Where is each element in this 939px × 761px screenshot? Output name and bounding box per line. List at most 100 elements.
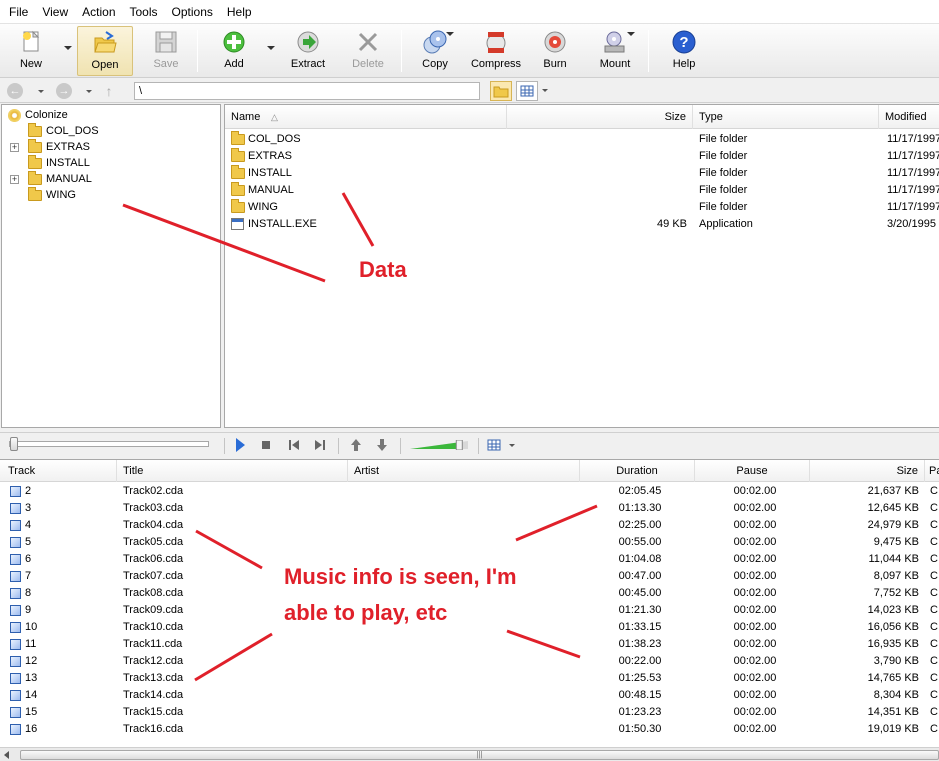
file-row[interactable]: INSTALL.EXE 49 KB Application 3/20/1995 [225, 216, 939, 233]
track-row[interactable]: 12 Track12.cda 00:22.00 00:02.00 3,790 KB C [0, 653, 939, 670]
track-view-dropdown-icon[interactable] [509, 444, 515, 447]
tree-item-col-dos[interactable]: COL_DOS [28, 122, 99, 139]
column-pause[interactable]: Pause [695, 460, 810, 482]
copy-dropdown-arrow-icon[interactable] [446, 32, 454, 36]
track-view-mode-icon[interactable] [484, 436, 506, 454]
menu-options[interactable]: Options [165, 0, 220, 24]
track-row[interactable]: 16 Track16.cda 01:50.30 00:02.00 19,019 KB C [0, 721, 939, 738]
expand-manual-icon[interactable]: + [10, 175, 19, 184]
menu-action[interactable]: Action [75, 0, 122, 24]
column-size[interactable]: Size [507, 105, 693, 129]
forward-history-dropdown-icon[interactable] [86, 90, 92, 93]
track-row[interactable]: 10 Track10.cda 01:33.15 00:02.00 16,056 KB C [0, 619, 939, 636]
track-size: 7,752 KB [873, 587, 919, 599]
menu-tools[interactable]: Tools [123, 0, 165, 24]
column-modified[interactable]: Modified [879, 105, 939, 129]
new-dropdown-arrow-icon[interactable] [64, 46, 72, 50]
column-type[interactable]: Type [693, 105, 879, 129]
track-title: Track16.cda [123, 723, 184, 735]
delete-button[interactable]: Delete [350, 26, 386, 76]
column-size[interactable]: Size [810, 460, 925, 482]
seek-slider-track[interactable] [9, 441, 209, 447]
address-input[interactable]: \ [134, 82, 480, 100]
add-dropdown-arrow-icon[interactable] [267, 46, 275, 50]
tree-item-manual[interactable]: MANUAL [28, 170, 92, 187]
track-row[interactable]: 14 Track14.cda 00:48.15 00:02.00 8,304 KB C [0, 687, 939, 704]
new-file-icon [18, 29, 44, 55]
file-row[interactable]: INSTALL File folder 11/17/1997 [225, 165, 939, 182]
view-mode-icon[interactable] [516, 81, 538, 101]
next-track-button[interactable] [312, 437, 328, 453]
horizontal-scrollbar[interactable]: ||| [0, 747, 939, 761]
track-pause: 00:02.00 [733, 655, 777, 667]
track-row[interactable]: 4 Track04.cda 02:25.00 00:02.00 24,979 KB C [0, 517, 939, 534]
track-track: 13 [25, 672, 38, 684]
file-name: WING [248, 201, 278, 213]
track-row[interactable]: 9 Track09.cda 01:21.30 00:02.00 14,023 KB C [0, 602, 939, 619]
file-type: File folder [699, 133, 748, 145]
tree-item-wing[interactable]: WING [28, 186, 76, 203]
save-button[interactable]: Save [148, 26, 184, 76]
track-extra: C [930, 570, 938, 582]
move-down-button[interactable] [374, 437, 390, 453]
track-row[interactable]: 13 Track13.cda 01:25.53 00:02.00 14,765 KB C [0, 670, 939, 687]
column-extra[interactable]: Pa [925, 460, 939, 482]
up-folder-icon[interactable]: ↑ [101, 83, 117, 99]
column-name-label: Name [231, 111, 261, 123]
seek-slider-handle[interactable] [10, 437, 18, 451]
mount-dropdown-arrow-icon[interactable] [627, 32, 635, 36]
track-pause: 00:02.00 [733, 689, 777, 701]
column-title[interactable]: Title [117, 460, 348, 482]
column-track[interactable]: Track [0, 460, 117, 482]
column-duration[interactable]: Duration [580, 460, 695, 482]
track-track: 2 [25, 485, 32, 497]
volume-slider-handle[interactable] [455, 440, 463, 450]
burn-button[interactable]: Burn [540, 26, 570, 76]
back-arrow-icon[interactable]: ← [7, 83, 23, 99]
tree-root[interactable]: Colonize [8, 107, 68, 123]
add-button[interactable]: Add [218, 26, 250, 76]
horizontal-scrollbar-thumb[interactable]: ||| [20, 750, 939, 760]
tree-item-extras[interactable]: EXTRAS [28, 138, 90, 155]
extract-button[interactable]: Extract [286, 26, 330, 76]
menu-help[interactable]: Help [220, 0, 259, 24]
next-track-icon [315, 440, 325, 450]
file-row[interactable]: EXTRAS File folder 11/17/1997 [225, 148, 939, 165]
scroll-left-arrow-icon[interactable] [4, 751, 9, 759]
audio-track-icon [10, 673, 21, 684]
file-row[interactable]: MANUAL File folder 11/17/1997 [225, 182, 939, 199]
view-mode-dropdown-icon[interactable] [542, 89, 548, 92]
folder-view-toggle-icon[interactable] [490, 81, 512, 101]
open-button[interactable]: Open [77, 26, 133, 76]
audio-track-icon [10, 724, 21, 735]
track-extra: C [930, 587, 938, 599]
track-title: Track13.cda [123, 672, 184, 684]
folder-icon [231, 148, 245, 162]
forward-arrow-icon[interactable]: → [56, 83, 72, 99]
file-row[interactable]: COL_DOS File folder 11/17/1997 [225, 131, 939, 148]
move-up-button[interactable] [348, 437, 364, 453]
menu-file[interactable]: File [2, 0, 35, 24]
track-row[interactable]: 5 Track05.cda 00:55.00 00:02.00 9,475 KB C [0, 534, 939, 551]
volume-slider[interactable] [410, 440, 468, 450]
file-row[interactable]: WING File folder 11/17/1997 [225, 199, 939, 216]
back-history-dropdown-icon[interactable] [38, 90, 44, 93]
track-row[interactable]: 3 Track03.cda 01:13.30 00:02.00 12,645 KB C [0, 500, 939, 517]
menu-view[interactable]: View [35, 0, 75, 24]
track-list-header: Track Title Artist Duration Pause Size P… [0, 460, 939, 482]
expand-extras-icon[interactable]: + [10, 143, 19, 152]
stop-button[interactable] [258, 437, 274, 453]
track-row[interactable]: 2 Track02.cda 02:05.45 00:02.00 21,637 KB C [0, 483, 939, 500]
help-button[interactable]: ? Help [668, 26, 700, 76]
track-row[interactable]: 15 Track15.cda 01:23.23 00:02.00 14,351 KB C [0, 704, 939, 721]
previous-track-button[interactable] [286, 437, 302, 453]
compress-button[interactable]: Compress [470, 26, 522, 76]
new-button[interactable]: New [14, 26, 48, 76]
player-separator [478, 438, 479, 454]
tree-item-install[interactable]: INSTALL [28, 154, 90, 171]
column-name[interactable]: Name △ [225, 105, 507, 129]
track-row[interactable]: 11 Track11.cda 01:38.23 00:02.00 16,935 KB C [0, 636, 939, 653]
file-modified: 11/17/1997 [887, 133, 939, 145]
column-artist[interactable]: Artist [348, 460, 580, 482]
play-button[interactable] [232, 437, 248, 453]
